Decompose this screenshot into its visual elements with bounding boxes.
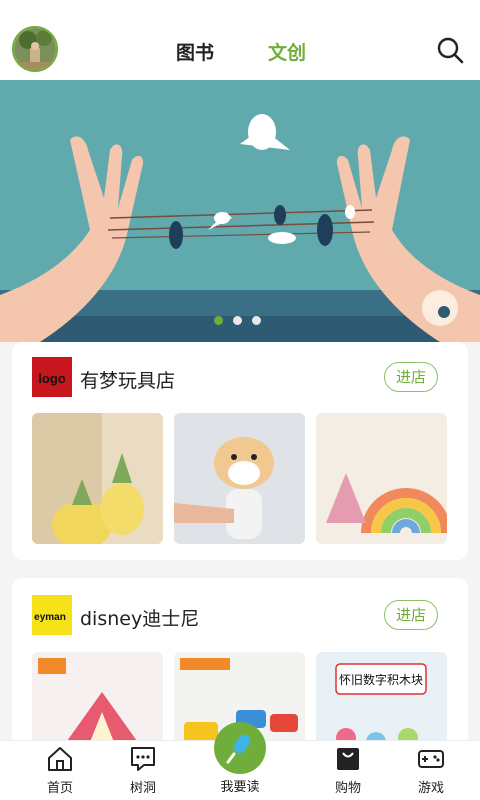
store-name[interactable]: 有梦玩具店 (80, 366, 175, 393)
product-thumbnail[interactable] (316, 413, 447, 544)
avatar[interactable] (12, 26, 58, 72)
read-aloud-button[interactable] (214, 722, 266, 774)
nav-label: 树洞 (129, 781, 156, 796)
nav-label: 我要读 (220, 780, 260, 795)
carousel-dot[interactable] (214, 316, 223, 325)
store-logo: eyman (32, 595, 72, 635)
tab-crafts[interactable]: 文创 (268, 38, 306, 65)
nav-shopping[interactable]: 购物 (318, 741, 378, 800)
svg-text:eyman: eyman (34, 612, 66, 623)
banner-carousel[interactable] (0, 80, 480, 342)
store-logo: logo (32, 357, 72, 397)
microphone-icon (226, 734, 251, 764)
banner-illustration (0, 80, 480, 342)
gamepad-icon (418, 750, 444, 768)
nav-label: 游戏 (417, 781, 444, 796)
svg-text:怀旧数字积木块: 怀旧数字积木块 (339, 672, 423, 687)
store-card: logo 有梦玩具店 进店 (12, 342, 468, 560)
shopping-bag-icon (337, 748, 359, 770)
svg-text:logo: logo (38, 371, 65, 386)
product-thumbnail[interactable] (32, 652, 163, 748)
nav-label: 首页 (46, 781, 73, 796)
enter-store-button[interactable]: 进店 (384, 362, 438, 392)
chat-icon (131, 747, 155, 771)
nav-label: 购物 (334, 781, 361, 796)
search-icon[interactable] (436, 36, 464, 64)
carousel-dots (214, 316, 261, 325)
nav-home[interactable]: 首页 (30, 741, 90, 800)
product-thumbnail[interactable] (174, 413, 305, 544)
product-thumbnail[interactable] (32, 413, 163, 544)
nav-tree-hole[interactable]: 树洞 (113, 741, 173, 800)
home-icon (48, 747, 72, 771)
tab-books[interactable]: 图书 (176, 38, 214, 65)
enter-store-button[interactable]: 进店 (384, 600, 438, 630)
product-thumbnail[interactable]: 怀旧数字积木块 (316, 652, 447, 748)
store-name[interactable]: disney迪士尼 (80, 604, 199, 631)
carousel-dot[interactable] (252, 316, 261, 325)
top-header: 图书 文创 (0, 0, 480, 80)
carousel-dot[interactable] (233, 316, 242, 325)
nav-games[interactable]: 游戏 (401, 741, 461, 800)
